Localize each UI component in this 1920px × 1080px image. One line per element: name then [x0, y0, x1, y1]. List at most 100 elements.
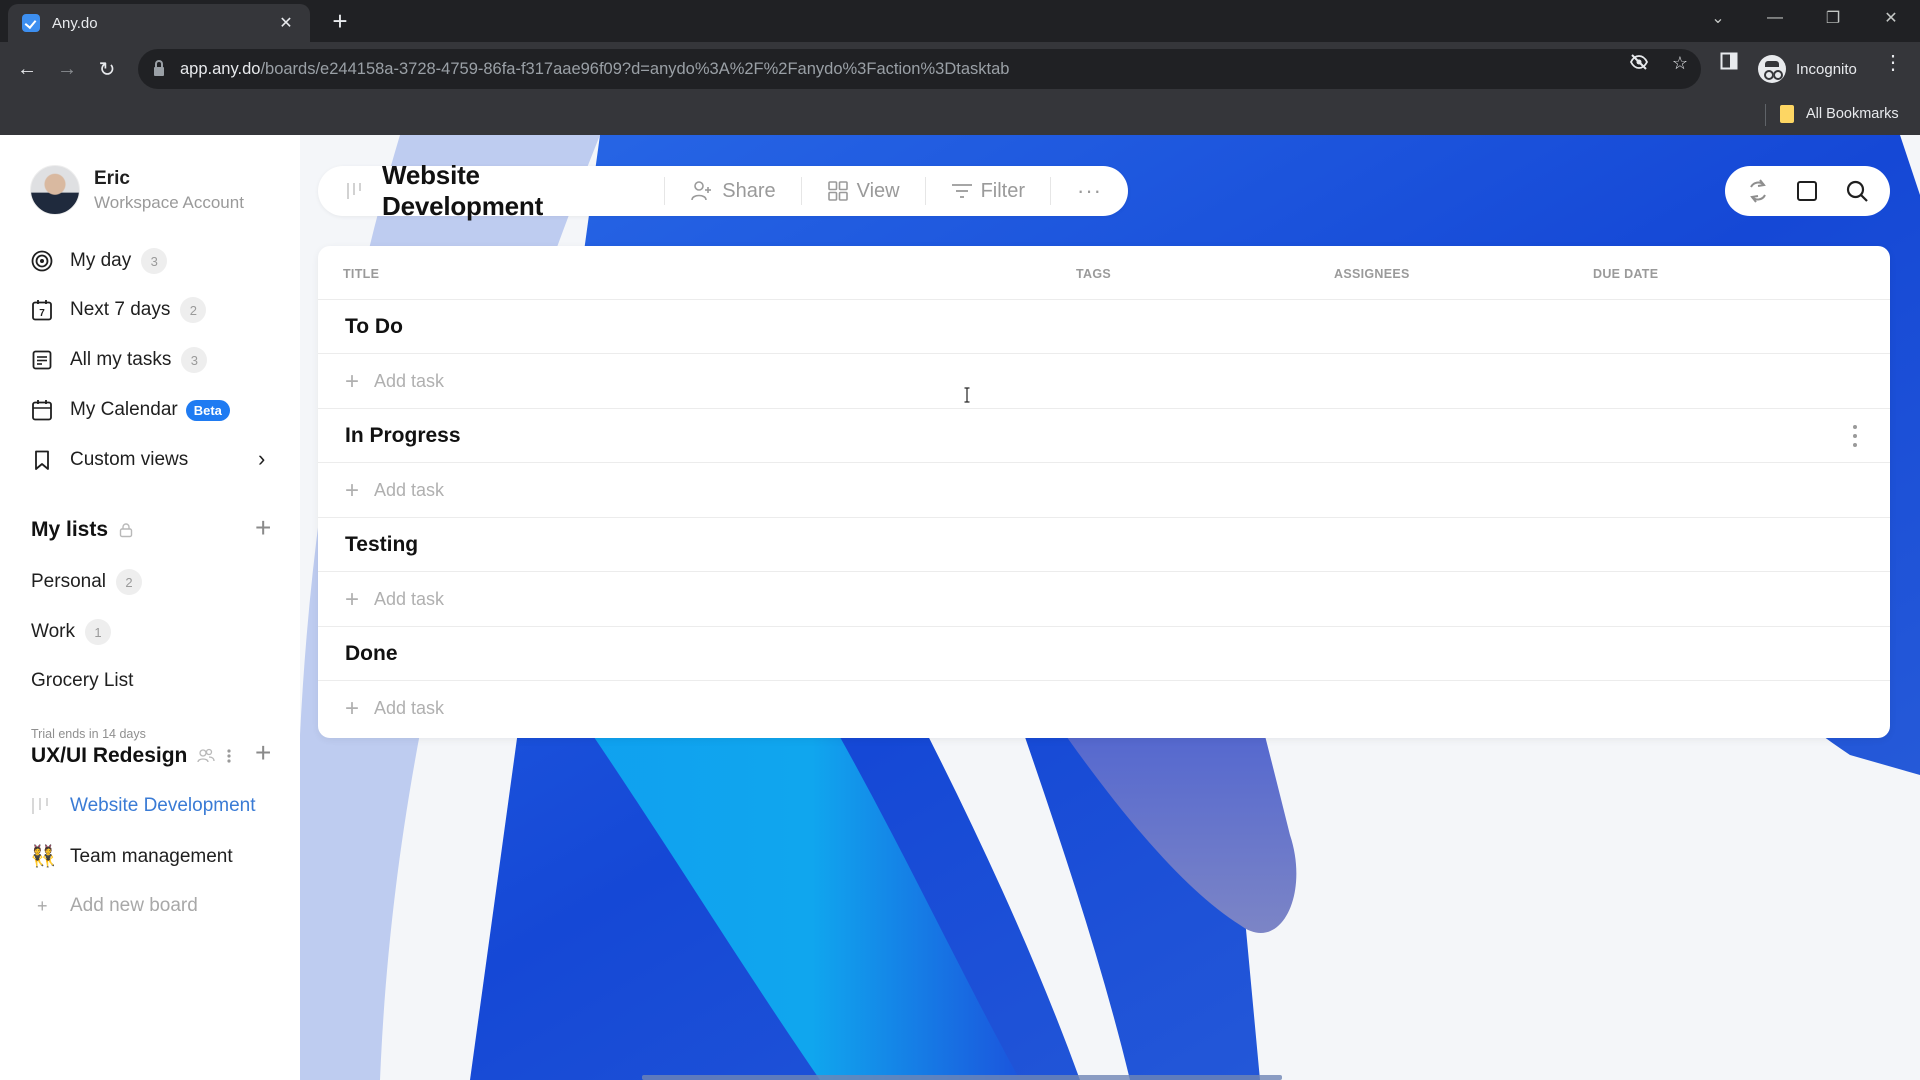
section-title: To Do	[345, 315, 403, 338]
list-personal[interactable]: Personal 2	[31, 569, 142, 595]
board-icon	[30, 796, 60, 816]
list-icon	[30, 348, 54, 372]
view-button[interactable]: View	[802, 180, 925, 203]
section-in-progress[interactable]: In Progress	[318, 409, 1890, 463]
target-icon	[30, 249, 54, 273]
plus-icon: +	[345, 694, 360, 722]
eye-off-icon[interactable]	[1628, 52, 1650, 74]
browser-menu-icon[interactable]: ⋮	[1882, 52, 1904, 74]
restore-button[interactable]: ❐	[1810, 0, 1856, 36]
section-menu-icon[interactable]	[1850, 425, 1860, 447]
minimize-button[interactable]: —	[1752, 0, 1798, 36]
bookmark-icon	[30, 448, 54, 472]
add-task-row[interactable]: + Add task	[318, 463, 1890, 518]
board-team-management[interactable]: 👯 Team management	[30, 845, 233, 869]
back-button[interactable]: ←	[12, 54, 42, 84]
nav-next-7-days[interactable]: 7 Next 7 days 2	[30, 295, 207, 325]
calendar-7-icon: 7	[30, 298, 54, 322]
new-tab-button[interactable]: +	[326, 6, 354, 37]
board-tools	[1725, 166, 1890, 216]
add-task-row[interactable]: + Add task	[318, 572, 1890, 627]
add-list-button[interactable]: +	[255, 512, 271, 544]
table-header: TITLE TAGS ASSIGNEES DUE DATE	[318, 246, 1890, 300]
column-due-date[interactable]: DUE DATE	[1593, 267, 1658, 281]
add-task-label: Add task	[374, 589, 445, 609]
section-done[interactable]: Done	[318, 627, 1890, 681]
add-task-row[interactable]: + Add task	[318, 681, 1890, 736]
list-label: Grocery List	[31, 670, 134, 691]
count-badge: 1	[84, 619, 111, 645]
address-bar[interactable]: app.any.do/boards/e244158a-3728-4759-86f…	[138, 49, 1701, 89]
add-user-icon	[690, 180, 714, 202]
my-lists-title: My lists	[31, 518, 109, 541]
lock-icon	[118, 522, 134, 538]
add-task-button[interactable]: + Add task	[345, 585, 445, 613]
tab-title: Any.do	[52, 14, 98, 32]
forward-button[interactable]: →	[52, 54, 82, 84]
window-close-button[interactable]: ✕	[1868, 0, 1914, 36]
add-task-button[interactable]: + Add task	[345, 694, 445, 722]
beta-badge: Beta	[185, 399, 230, 421]
sync-icon[interactable]	[1743, 176, 1773, 206]
plus-icon: +	[345, 367, 360, 395]
section-testing[interactable]: Testing	[318, 518, 1890, 572]
tab-search-icon[interactable]: ⌄	[1695, 0, 1741, 36]
column-title[interactable]: TITLE	[343, 267, 379, 281]
nav-custom-views[interactable]: Custom views	[30, 445, 280, 475]
list-work[interactable]: Work 1	[31, 619, 111, 645]
column-assignees[interactable]: ASSIGNEES	[1334, 267, 1410, 281]
browser-tab[interactable]: Any.do ✕	[8, 4, 310, 42]
board-title[interactable]: Website Development	[382, 160, 644, 222]
list-label: Personal	[31, 571, 106, 592]
share-button[interactable]: Share	[665, 180, 800, 203]
count-badge: 2	[116, 569, 142, 595]
bookmark-star-icon[interactable]: ☆	[1669, 52, 1691, 74]
incognito-label: Incognito	[1796, 60, 1857, 78]
plus-icon: +	[345, 585, 360, 613]
view-label: View	[856, 179, 900, 202]
add-task-button[interactable]: + Add task	[345, 367, 445, 395]
add-to-workspace-button[interactable]: +	[255, 737, 271, 769]
bookmarks-bar: All Bookmarks	[0, 96, 1920, 135]
filter-button[interactable]: Filter	[926, 180, 1050, 203]
workspace-menu-icon[interactable]	[227, 748, 231, 764]
section-title: Testing	[345, 533, 419, 556]
all-bookmarks-button[interactable]: All Bookmarks	[1806, 106, 1899, 122]
board-website-development[interactable]: Website Development	[30, 795, 256, 817]
grid-icon	[827, 180, 849, 202]
nav-my-calendar[interactable]: My Calendar Beta	[30, 395, 230, 425]
reload-button[interactable]: ↻	[92, 54, 122, 84]
board-table: TITLE TAGS ASSIGNEES DUE DATE To Do + Add…	[318, 246, 1890, 738]
members-icon[interactable]	[197, 748, 216, 764]
workspace-heading[interactable]: UX/UI Redesign	[31, 744, 231, 768]
add-task-label: Add task	[374, 371, 445, 391]
section-to-do[interactable]: To Do	[318, 300, 1890, 354]
plus-icon: +	[37, 895, 48, 916]
user-name: Eric	[94, 167, 130, 189]
more-options-button[interactable]: ···	[1051, 178, 1128, 204]
horizontal-scrollbar[interactable]	[642, 1075, 1282, 1080]
focus-mode-icon[interactable]	[1792, 176, 1822, 206]
filter-icon	[951, 181, 973, 201]
add-task-label: Add task	[374, 698, 445, 718]
browser-toolbar: ← → ↻ app.any.do/boards/e244158a-3728-47…	[0, 42, 1920, 96]
browser-tab-strip: Any.do ✕ + ⌄ — ❐ ✕	[0, 0, 1920, 42]
search-icon[interactable]	[1842, 176, 1872, 206]
tab-close-icon[interactable]: ✕	[276, 13, 296, 33]
add-task-button[interactable]: + Add task	[345, 478, 444, 502]
chevron-right-icon[interactable]: ›	[258, 446, 265, 472]
list-grocery[interactable]: Grocery List	[31, 670, 133, 692]
user-profile[interactable]: Eric Workspace Account	[30, 165, 244, 215]
nav-my-day[interactable]: My day 3	[30, 246, 168, 276]
incognito-icon	[1758, 55, 1786, 83]
text-cursor-icon	[964, 387, 970, 403]
board-label: Website Development	[70, 795, 256, 816]
add-board-label: Add new board	[70, 895, 198, 916]
nav-all-my-tasks[interactable]: All my tasks 3	[30, 345, 208, 375]
board-icon	[346, 181, 362, 201]
add-task-row[interactable]: + Add task	[318, 354, 1890, 409]
count-badge: 2	[180, 297, 207, 323]
add-new-board-button[interactable]: + Add new board	[30, 895, 198, 917]
side-panel-icon[interactable]	[1718, 52, 1740, 74]
column-tags[interactable]: TAGS	[1076, 267, 1111, 281]
